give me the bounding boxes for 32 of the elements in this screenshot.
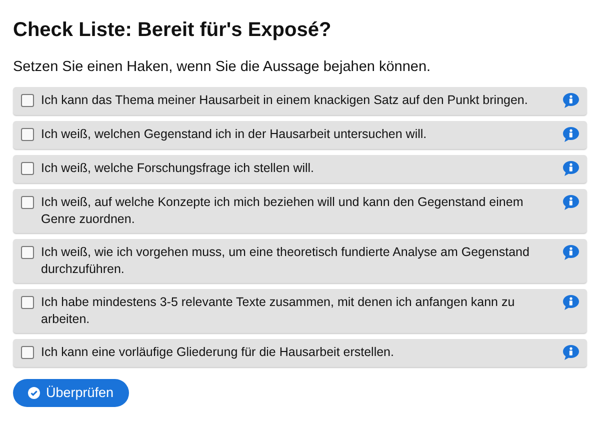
- checklist-item[interactable]: Ich weiß, welchen Gegenstand ich in der Hausarbeit untersuchen will.: [13, 120, 587, 149]
- check-button[interactable]: Überprüfen: [13, 378, 129, 407]
- info-bubble-icon[interactable]: [562, 160, 580, 177]
- checkbox[interactable]: [21, 94, 34, 107]
- item-text: Ich weiß, welche Forschungsfrage ich stellen will.: [41, 160, 316, 177]
- info-bubble-icon[interactable]: [562, 92, 580, 109]
- info-bubble-icon[interactable]: [562, 294, 580, 311]
- checkbox[interactable]: [21, 346, 34, 359]
- item-text: Ich habe mindestens 3-5 relevante Texte zusammen, mit denen ich anfangen kann zu arbeiten.: [41, 294, 516, 328]
- checkbox[interactable]: [21, 196, 34, 209]
- checklist-item[interactable]: Ich weiß, welche Forschungsfrage ich stellen will.: [13, 154, 587, 183]
- checkbox[interactable]: [21, 296, 34, 309]
- item-text: Ich weiß, welchen Gegenstand ich in der Hausarbeit untersuchen will.: [41, 126, 428, 143]
- info-bubble-icon[interactable]: [562, 194, 580, 211]
- checklist-item[interactable]: Ich kann eine vorläufige Gliederung für die Hausarbeit erstellen.: [13, 338, 587, 367]
- checklist-item[interactable]: Ich habe mindestens 3-5 relevante Texte zusammen, mit denen ich anfangen kann zu arbeiten.: [13, 288, 587, 333]
- check-circle-icon: [28, 386, 40, 399]
- info-bubble-icon[interactable]: [562, 126, 580, 143]
- info-bubble-icon[interactable]: [562, 244, 580, 261]
- instruction-text: Setzen Sie einen Haken, wenn Sie die Aussage bejahen können.: [13, 58, 432, 77]
- item-text: Ich kann das Thema meiner Hausarbeit in einem knackigen Satz auf den Punkt bringen.: [41, 92, 529, 109]
- item-text: Ich kann eine vorläufige Gliederung für die Hausarbeit erstellen.: [41, 344, 395, 361]
- checkbox[interactable]: [21, 162, 34, 175]
- checkbox[interactable]: [21, 246, 34, 259]
- checklist-item[interactable]: Ich weiß, wie ich vorgehen muss, um eine theoretisch fundierte Analyse am Gegenstand durchzuführen.: [13, 238, 587, 283]
- checklist-item[interactable]: Ich kann das Thema meiner Hausarbeit in einem knackigen Satz auf den Punkt bringen.: [13, 86, 587, 115]
- item-text: Ich weiß, wie ich vorgehen muss, um eine theoretisch fundierte Analyse am Gegenstand durchzuführen.: [41, 244, 530, 278]
- checklist-item[interactable]: Ich weiß, auf welche Konzepte ich mich beziehen will und kann den Gegenstand einem Genre zuordnen.: [13, 188, 587, 233]
- item-text: Ich weiß, auf welche Konzepte ich mich beziehen will und kann den Gegenstand einem Genre zuordnen.: [41, 194, 524, 228]
- checkbox[interactable]: [21, 128, 34, 141]
- info-bubble-icon[interactable]: [562, 344, 580, 361]
- page-title: Check Liste: Bereit für's Exposé?: [13, 18, 332, 42]
